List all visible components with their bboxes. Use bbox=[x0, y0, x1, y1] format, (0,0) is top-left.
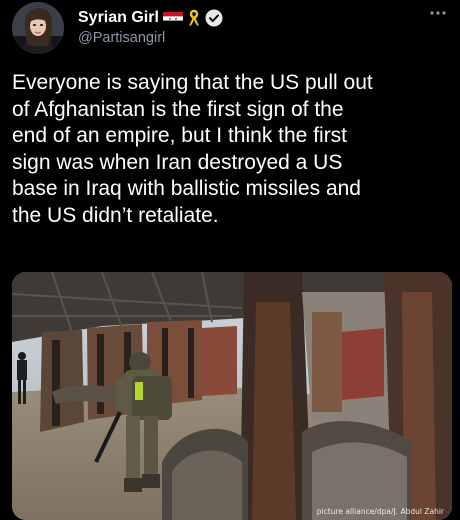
more-options-icon[interactable] bbox=[428, 6, 448, 20]
tweet-media-image[interactable]: picture alliance/dpa/J. Abdul Zahir bbox=[12, 272, 452, 520]
syria-flag-icon bbox=[162, 11, 183, 25]
avatar[interactable] bbox=[12, 2, 64, 54]
name-row: Syrian Girl bbox=[78, 8, 223, 28]
photo-credit: picture alliance/dpa/J. Abdul Zahir bbox=[316, 507, 444, 516]
tweet-header: Syrian Girl @Partisangirl bbox=[12, 2, 448, 58]
user-handle[interactable]: @Partisangirl bbox=[78, 30, 165, 46]
tweet-card: Syrian Girl @Partisangirl Everyone is sa… bbox=[0, 0, 460, 520]
tweet-text: Everyone is saying that the US pull out … bbox=[12, 71, 373, 227]
display-name[interactable]: Syrian Girl bbox=[78, 9, 159, 27]
yellow-ribbon-icon bbox=[187, 9, 201, 27]
verified-badge-icon bbox=[205, 9, 223, 27]
